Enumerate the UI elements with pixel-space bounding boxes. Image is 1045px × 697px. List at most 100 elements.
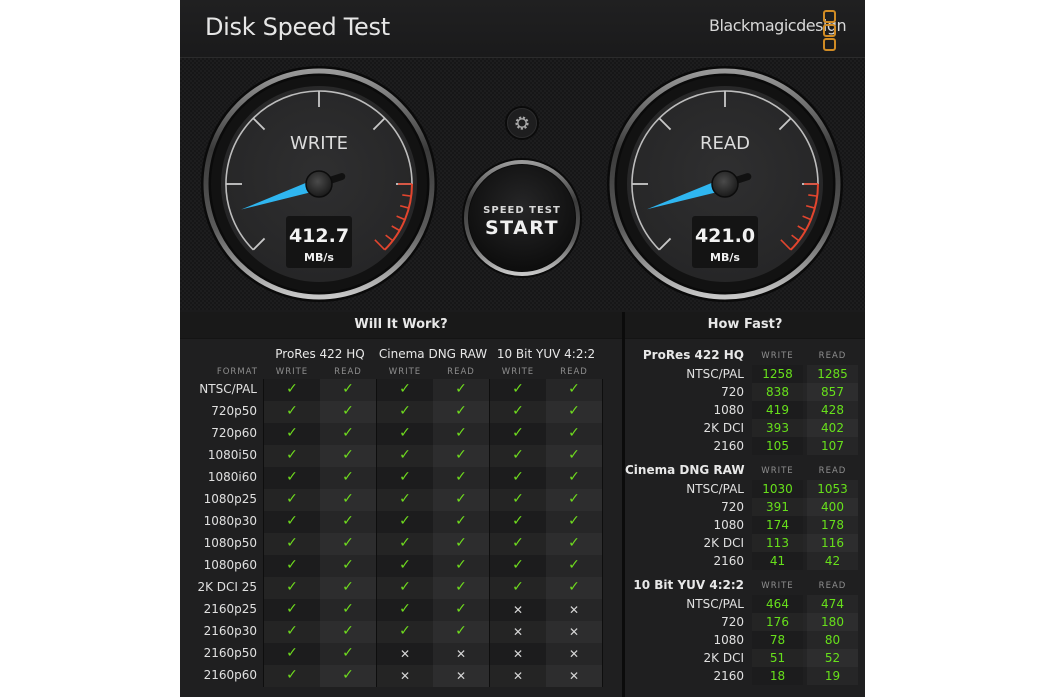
- start-button-caption: SPEED TEST: [483, 205, 561, 216]
- fast-codec-header: Cinema DNG RAW: [625, 463, 745, 477]
- check-icon: ✓: [568, 535, 580, 551]
- fast-write-value: 393: [766, 421, 789, 435]
- fast-format-label: 2160: [713, 439, 744, 453]
- check-icon: ✓: [455, 579, 467, 595]
- check-icon: ✓: [342, 425, 354, 441]
- will-codec-header: Cinema DNG RAW: [378, 347, 488, 361]
- check-icon: ✓: [455, 513, 467, 529]
- fast-read-header: READ: [818, 581, 847, 591]
- check-icon: ✓: [512, 557, 524, 573]
- check-icon: ✓: [512, 425, 524, 441]
- fast-write-value: 176: [766, 615, 789, 629]
- fast-read-value: 474: [821, 597, 844, 611]
- will-format-label: 1080p60: [203, 558, 257, 572]
- fast-read-value: 428: [821, 403, 844, 417]
- check-icon: ✓: [455, 601, 467, 617]
- check-icon: ✓: [455, 491, 467, 507]
- write-gauge-label: WRITE: [290, 133, 348, 154]
- check-icon: ✓: [568, 513, 580, 529]
- will-format-label: 1080p30: [203, 514, 257, 528]
- cross-icon: ✕: [512, 647, 524, 661]
- check-icon: ✓: [512, 403, 524, 419]
- fast-format-label: 2K DCI: [703, 536, 744, 550]
- fast-format-label: NTSC/PAL: [686, 482, 744, 496]
- check-icon: ✓: [342, 513, 354, 529]
- how-fast-panel: How Fast? ProRes 422 HQ WRITE READ NTSC/PAL…: [625, 312, 865, 697]
- fast-write-header: WRITE: [761, 466, 794, 476]
- will-format-label: 720p60: [211, 426, 257, 440]
- check-icon: ✓: [342, 579, 354, 595]
- check-icon: ✓: [342, 535, 354, 551]
- fast-codec-header: 10 Bit YUV 4:2:2: [633, 578, 744, 592]
- disk-speed-test-window: × Disk Speed Test Blackmagicdesign: [180, 0, 865, 697]
- check-icon: ✓: [568, 447, 580, 463]
- check-icon: ✓: [399, 381, 411, 397]
- will-format-label: 1080p25: [203, 492, 257, 506]
- fast-format-label: NTSC/PAL: [686, 597, 744, 611]
- read-needle-hub: [711, 170, 739, 198]
- start-button[interactable]: SPEED TEST START: [462, 158, 582, 278]
- check-icon: ✓: [286, 403, 298, 419]
- will-format-label: 720p50: [211, 404, 257, 418]
- check-icon: ✓: [286, 645, 298, 661]
- fast-write-value: 464: [766, 597, 789, 611]
- check-icon: ✓: [342, 403, 354, 419]
- cross-icon: ✕: [568, 647, 580, 661]
- check-icon: ✓: [286, 425, 298, 441]
- will-it-work-panel: Will It Work? ProRes 422 HQ Cinema DNG RA…: [180, 312, 622, 697]
- fast-format-label: 1080: [713, 633, 744, 647]
- check-icon: ✓: [455, 535, 467, 551]
- check-icon: ✓: [286, 623, 298, 639]
- fast-write-value: 391: [766, 500, 789, 514]
- read-gauge-label: READ: [700, 133, 750, 154]
- fast-read-value: 1285: [817, 367, 848, 381]
- check-icon: ✓: [286, 513, 298, 529]
- fast-write-value: 18: [769, 669, 786, 683]
- will-group-separator: [602, 379, 603, 687]
- cross-icon: ✕: [568, 669, 580, 683]
- settings-button[interactable]: [505, 106, 539, 140]
- app-title: Disk Speed Test: [205, 13, 390, 41]
- will-codec-header: 10 Bit YUV 4:2:2: [496, 347, 596, 361]
- fast-write-value: 1030: [762, 482, 793, 496]
- fast-write-value: 838: [766, 385, 789, 399]
- will-format-label: 2160p30: [203, 624, 257, 638]
- fast-write-value: 51: [769, 651, 786, 665]
- fast-write-value: 105: [766, 439, 789, 453]
- check-icon: ✓: [568, 579, 580, 595]
- fast-read-value: 178: [821, 518, 844, 532]
- check-icon: ✓: [512, 469, 524, 485]
- check-icon: ✓: [342, 469, 354, 485]
- check-icon: ✓: [512, 447, 524, 463]
- check-icon: ✓: [399, 535, 411, 551]
- write-speed-unit: MB/s: [304, 251, 334, 264]
- fast-format-label: 720: [721, 385, 744, 399]
- check-icon: ✓: [568, 381, 580, 397]
- cross-icon: ✕: [512, 603, 524, 617]
- fast-format-label: 2K DCI: [703, 421, 744, 435]
- will-write-header: WRITE: [501, 367, 535, 377]
- will-format-label: 1080i50: [207, 448, 257, 462]
- check-icon: ✓: [399, 425, 411, 441]
- check-icon: ✓: [568, 425, 580, 441]
- check-icon: ✓: [455, 425, 467, 441]
- will-format-label: 2160p60: [203, 668, 257, 682]
- fast-read-value: 116: [821, 536, 844, 550]
- read-speed-unit: MB/s: [710, 251, 740, 264]
- check-icon: ✓: [512, 535, 524, 551]
- check-icon: ✓: [342, 623, 354, 639]
- fast-read-value: 52: [824, 651, 841, 665]
- fast-read-value: 19: [824, 669, 841, 683]
- check-icon: ✓: [455, 447, 467, 463]
- check-icon: ✓: [399, 447, 411, 463]
- check-icon: ✓: [286, 601, 298, 617]
- check-icon: ✓: [455, 557, 467, 573]
- check-icon: ✓: [399, 513, 411, 529]
- fast-write-header: WRITE: [761, 581, 794, 591]
- check-icon: ✓: [286, 535, 298, 551]
- fast-format-label: 1080: [713, 403, 744, 417]
- check-icon: ✓: [455, 469, 467, 485]
- fast-format-label: 2160: [713, 669, 744, 683]
- check-icon: ✓: [286, 667, 298, 683]
- header: Disk Speed Test Blackmagicdesign: [180, 0, 865, 58]
